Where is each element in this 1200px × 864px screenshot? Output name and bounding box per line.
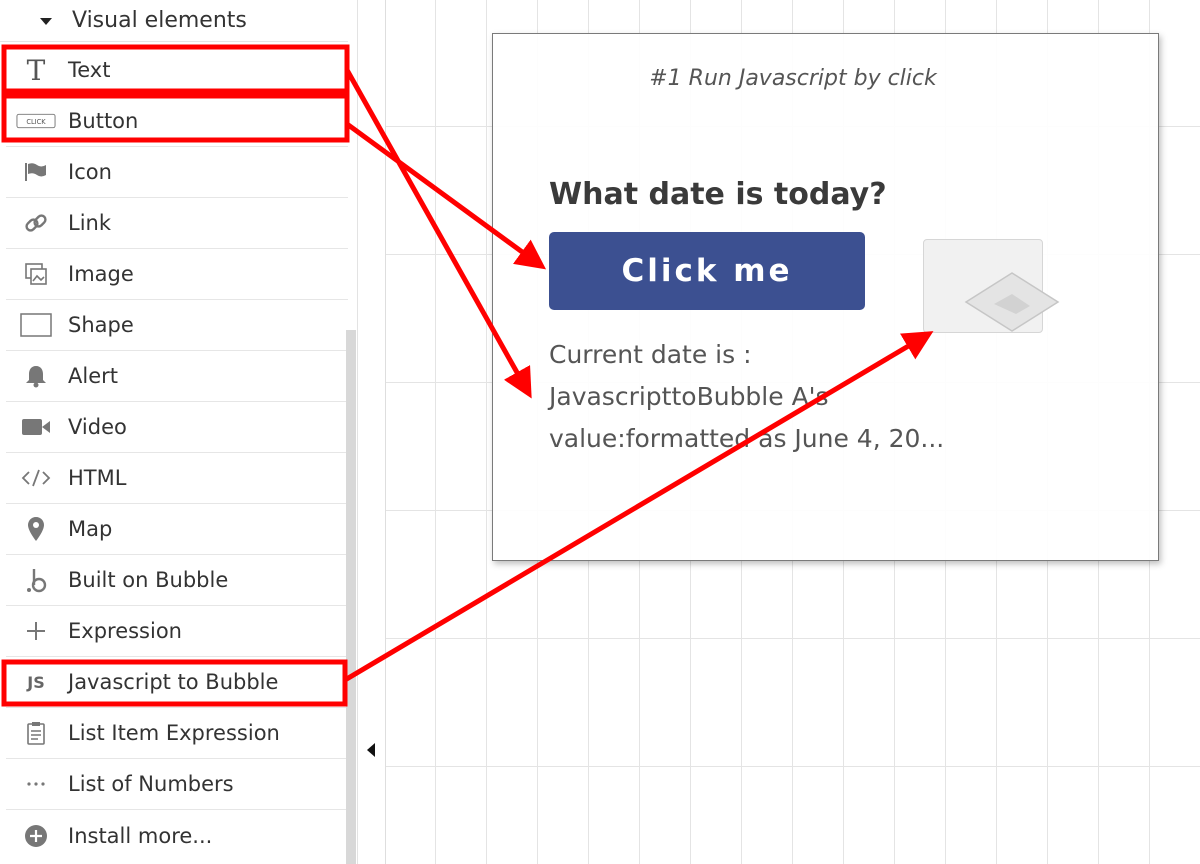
- caret-down-icon: [40, 18, 52, 25]
- date-line-1: Current date is :: [549, 340, 752, 369]
- palette-item-image[interactable]: Image: [6, 249, 348, 300]
- svg-text:JS: JS: [26, 673, 44, 692]
- clipboard-icon: [16, 713, 56, 753]
- bubble-logo-icon: [16, 560, 56, 600]
- palette-item-label: HTML: [68, 466, 127, 490]
- palette-item-shape[interactable]: Shape: [6, 300, 348, 351]
- palette-item-install-more[interactable]: Install more...: [6, 810, 348, 861]
- plugin-placeholder-icon: [964, 272, 1060, 332]
- palette-item-javascript-to-bubble[interactable]: JS Javascript to Bubble: [6, 657, 348, 708]
- palette-item-label: Icon: [68, 160, 112, 184]
- palette-item-label: Video: [68, 415, 127, 439]
- date-line-2: JavascripttoBubble A's: [549, 382, 829, 411]
- link-icon: [16, 203, 56, 243]
- collapse-sidebar-arrow-icon[interactable]: [367, 743, 375, 757]
- code-icon: [16, 458, 56, 498]
- sidebar-scrollbar[interactable]: [346, 330, 356, 864]
- video-icon: [16, 407, 56, 447]
- ellipsis-icon: [16, 764, 56, 804]
- button-icon: CLICK: [16, 101, 56, 141]
- palette-item-label: Button: [68, 109, 139, 133]
- palette-item-label: Install more...: [68, 823, 213, 848]
- plus-icon: [16, 611, 56, 651]
- text-icon: T: [16, 50, 56, 90]
- palette-item-built-on-bubble[interactable]: Built on Bubble: [6, 555, 348, 606]
- palette-item-label: List Item Expression: [68, 721, 280, 745]
- map-pin-icon: [16, 509, 56, 549]
- shape-icon: [16, 305, 56, 345]
- svg-text:T: T: [27, 56, 46, 84]
- palette-item-label: Javascript to Bubble: [68, 670, 279, 694]
- js-icon: JS: [16, 662, 56, 702]
- date-line-3: value:formatted as June 4, 20...: [549, 424, 945, 453]
- palette-item-label: Image: [68, 262, 134, 286]
- flag-icon: [16, 152, 56, 192]
- plus-circle-icon: [16, 816, 56, 856]
- palette-item-list-item-expression[interactable]: List Item Expression: [6, 708, 348, 759]
- javascript-to-bubble-element[interactable]: [923, 239, 1060, 333]
- element-palette-sidebar: Visual elements T Text CLICK Button Icon…: [0, 0, 358, 864]
- popup-element[interactable]: #1 Run Javascript by click What date is …: [492, 33, 1159, 561]
- palette-item-text[interactable]: T Text: [6, 45, 348, 96]
- palette-item-label: Expression: [68, 619, 182, 643]
- popup-title: #1 Run Javascript by click: [649, 66, 937, 91]
- palette-item-label: Map: [68, 517, 113, 541]
- palette-item-alert[interactable]: Alert: [6, 351, 348, 402]
- palette-item-label: Text: [68, 58, 111, 82]
- palette-item-video[interactable]: Video: [6, 402, 348, 453]
- palette-item-label: Shape: [68, 313, 134, 337]
- palette-item-label: Link: [68, 211, 112, 235]
- visual-elements-section-header[interactable]: Visual elements: [0, 0, 348, 42]
- palette-item-label: List of Numbers: [68, 772, 234, 796]
- palette-item-label: Built on Bubble: [68, 568, 229, 592]
- palette-item-expression[interactable]: Expression: [6, 606, 348, 657]
- palette-item-link[interactable]: Link: [6, 198, 348, 249]
- svg-text:CLICK: CLICK: [26, 118, 46, 126]
- palette-item-map[interactable]: Map: [6, 504, 348, 555]
- click-me-button[interactable]: Click me: [549, 232, 865, 310]
- palette-item-label: Alert: [68, 364, 118, 388]
- palette-item-list-of-numbers[interactable]: List of Numbers: [6, 759, 348, 810]
- palette-item-html[interactable]: HTML: [6, 453, 348, 504]
- section-label: Visual elements: [72, 8, 247, 33]
- question-text: What date is today?: [549, 177, 887, 212]
- palette-item-button[interactable]: CLICK Button: [6, 96, 348, 147]
- bell-icon: [16, 356, 56, 396]
- current-date-text: Current date is : JavascripttoBubble A's…: [549, 334, 989, 460]
- image-icon: [16, 254, 56, 294]
- palette-item-icon[interactable]: Icon: [6, 147, 348, 198]
